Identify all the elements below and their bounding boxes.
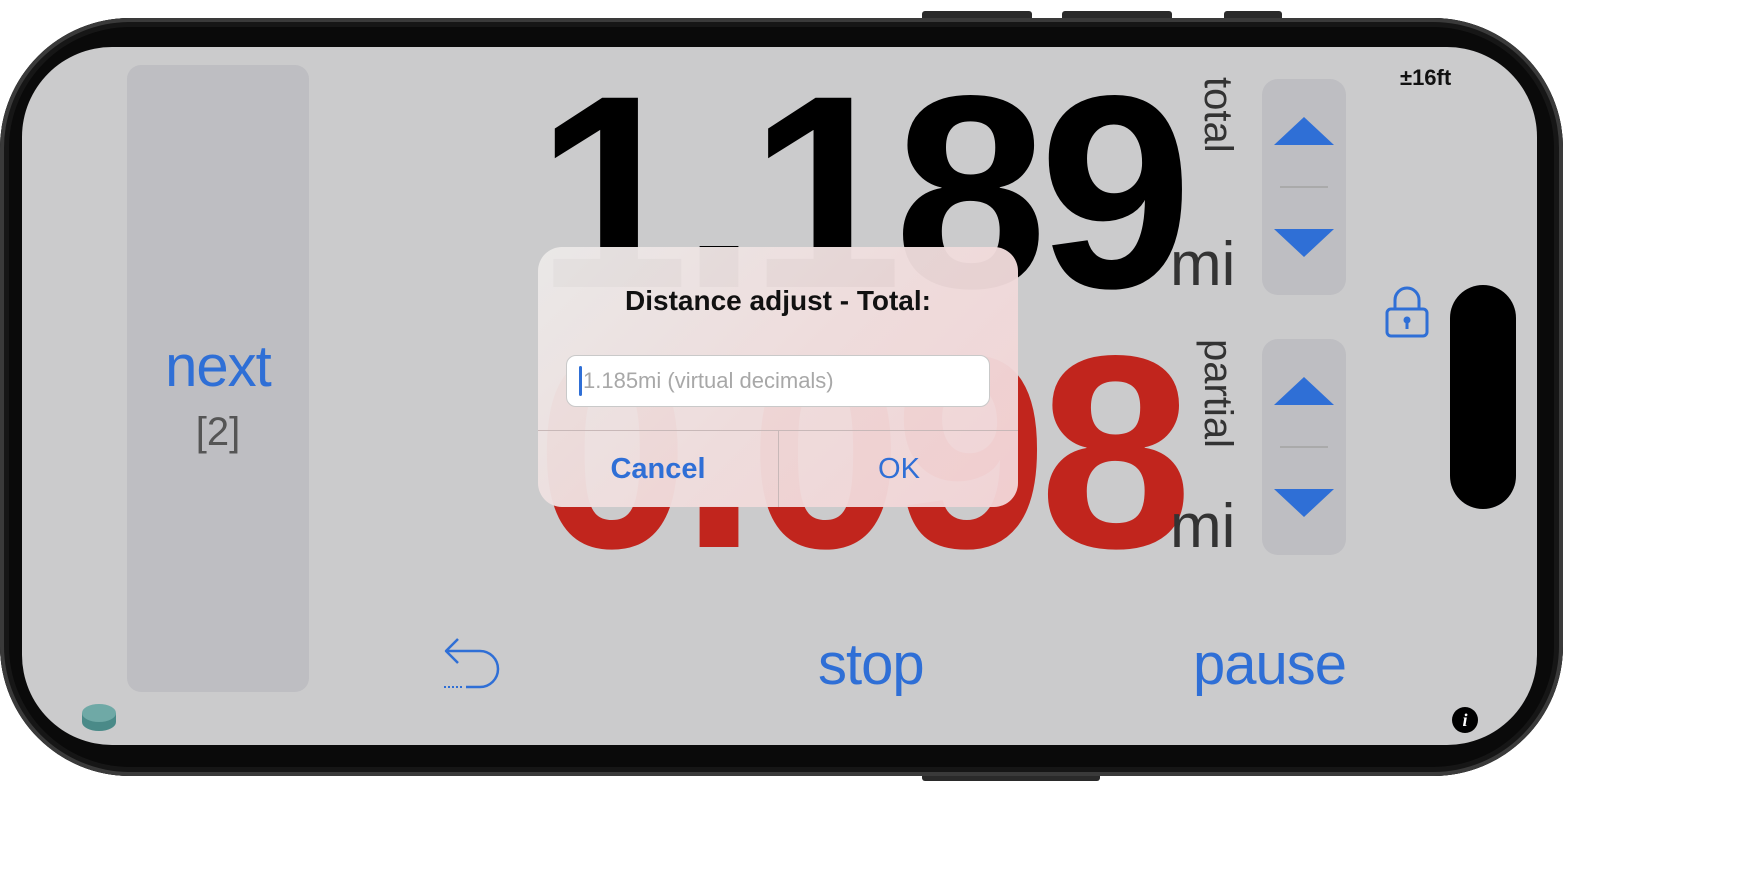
total-stepper bbox=[1262, 79, 1346, 295]
triangle-up-icon[interactable] bbox=[1274, 369, 1334, 409]
triangle-down-icon[interactable] bbox=[1274, 225, 1334, 265]
stop-button[interactable]: stop bbox=[818, 631, 925, 698]
stepper-divider bbox=[1280, 446, 1328, 448]
partial-label: partial bbox=[1196, 339, 1240, 448]
undo-arrow-icon[interactable] bbox=[442, 633, 504, 693]
app-screen: next [2] 1.189 0.098 mi mi total partial… bbox=[22, 47, 1537, 745]
next-label: next bbox=[165, 334, 272, 399]
triangle-up-icon[interactable] bbox=[1274, 109, 1334, 149]
next-count: [2] bbox=[195, 410, 241, 454]
text-caret bbox=[579, 366, 582, 396]
triangle-down-icon[interactable] bbox=[1274, 485, 1334, 525]
total-unit: mi bbox=[1170, 230, 1236, 299]
disc-icon bbox=[82, 704, 116, 731]
total-label: total bbox=[1196, 77, 1240, 153]
distance-adjust-dialog: Distance adjust - Total: Cancel OK bbox=[538, 247, 1018, 507]
next-button[interactable]: next [2] bbox=[127, 65, 309, 692]
stepper-divider bbox=[1280, 186, 1328, 188]
side-pill bbox=[1450, 285, 1516, 509]
cancel-button[interactable]: Cancel bbox=[538, 431, 778, 507]
lock-icon[interactable] bbox=[1384, 285, 1430, 339]
partial-unit: mi bbox=[1170, 492, 1236, 561]
gps-tolerance: ±16ft bbox=[1400, 65, 1452, 90]
dialog-title: Distance adjust - Total: bbox=[625, 285, 931, 316]
distance-input[interactable] bbox=[566, 355, 990, 407]
pause-button[interactable]: pause bbox=[1193, 631, 1347, 698]
partial-stepper bbox=[1262, 339, 1346, 555]
info-icon[interactable]: i bbox=[1452, 707, 1478, 733]
ok-button[interactable]: OK bbox=[779, 431, 1018, 507]
